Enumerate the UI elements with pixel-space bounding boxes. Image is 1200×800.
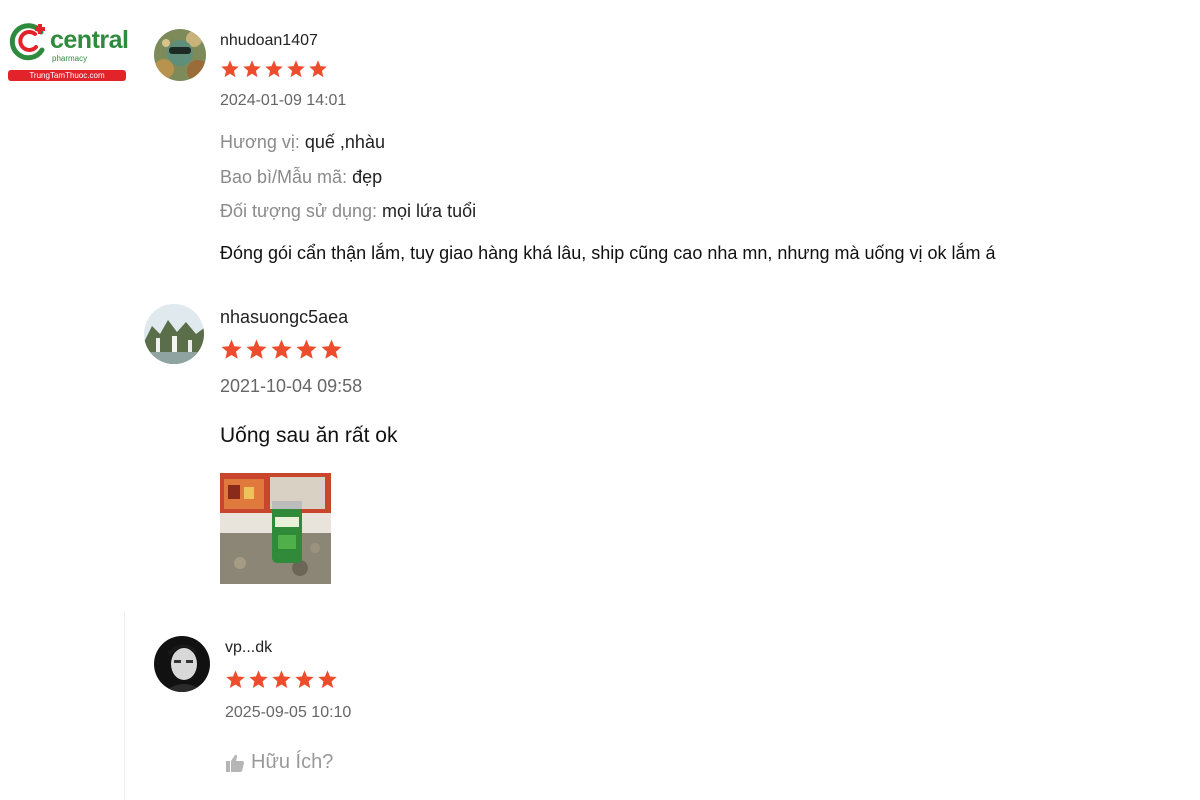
attribute-value: đẹp xyxy=(352,167,383,187)
star-icon xyxy=(242,59,262,79)
review-comment: Uống sau ăn rất ok xyxy=(220,424,398,447)
rating-stars xyxy=(220,59,328,79)
review-timestamp: 2021-10-04 09:58 xyxy=(220,376,363,396)
user-avatar[interactable] xyxy=(154,29,206,81)
central-pharmacy-logo-icon xyxy=(9,23,45,61)
star-icon xyxy=(220,59,240,79)
brand-logo[interactable]: central pharmacy TrungTamThuoc.com xyxy=(6,22,129,82)
logo-site-bar: TrungTamThuoc.com xyxy=(8,70,126,81)
helpful-button[interactable]: Hữu Ích? xyxy=(225,751,333,774)
attribute-label: Bao bì/Mẫu mã: xyxy=(220,167,348,187)
review-attribute: Bao bì/Mẫu mã: đẹp xyxy=(220,167,382,188)
logo-wordmark: central xyxy=(50,26,129,54)
star-icon xyxy=(308,59,328,79)
star-icon xyxy=(294,669,315,690)
review-username[interactable]: nhudoan1407 xyxy=(220,32,318,50)
rating-stars xyxy=(220,338,343,361)
logo-subtitle: pharmacy xyxy=(52,54,88,63)
star-icon xyxy=(271,669,292,690)
star-icon xyxy=(248,669,269,690)
attribute-label: Hương vị: xyxy=(220,132,300,152)
attribute-value: mọi lứa tuổi xyxy=(382,201,477,221)
star-icon xyxy=(225,669,246,690)
attribute-label: Đối tượng sử dụng: xyxy=(220,201,377,221)
user-avatar[interactable] xyxy=(154,636,210,692)
thumbs-up-icon xyxy=(226,754,244,772)
star-icon xyxy=(295,338,318,361)
star-icon xyxy=(317,669,338,690)
review-timestamp: 2024-01-09 14:01 xyxy=(220,92,347,109)
rating-stars xyxy=(225,669,338,690)
star-icon xyxy=(320,338,343,361)
helpful-label: Hữu Ích? xyxy=(251,751,334,773)
star-icon xyxy=(270,338,293,361)
star-icon xyxy=(286,59,306,79)
review-username[interactable]: vp...dk xyxy=(225,639,272,657)
star-icon xyxy=(220,338,243,361)
review-attribute: Đối tượng sử dụng: mọi lứa tuổi xyxy=(220,201,476,222)
user-avatar[interactable] xyxy=(144,304,204,364)
star-icon xyxy=(264,59,284,79)
review-timestamp: 2025-09-05 10:10 xyxy=(225,704,352,721)
star-icon xyxy=(245,338,268,361)
review-photo[interactable] xyxy=(220,473,331,584)
review-attribute: Hương vị: quế ,nhàu xyxy=(220,132,385,153)
review-username[interactable]: nhasuongc5aea xyxy=(220,307,348,328)
review-comment: Đóng gói cẩn thận lắm, tuy giao hàng khá… xyxy=(220,243,996,263)
attribute-value: quế ,nhàu xyxy=(304,132,385,152)
